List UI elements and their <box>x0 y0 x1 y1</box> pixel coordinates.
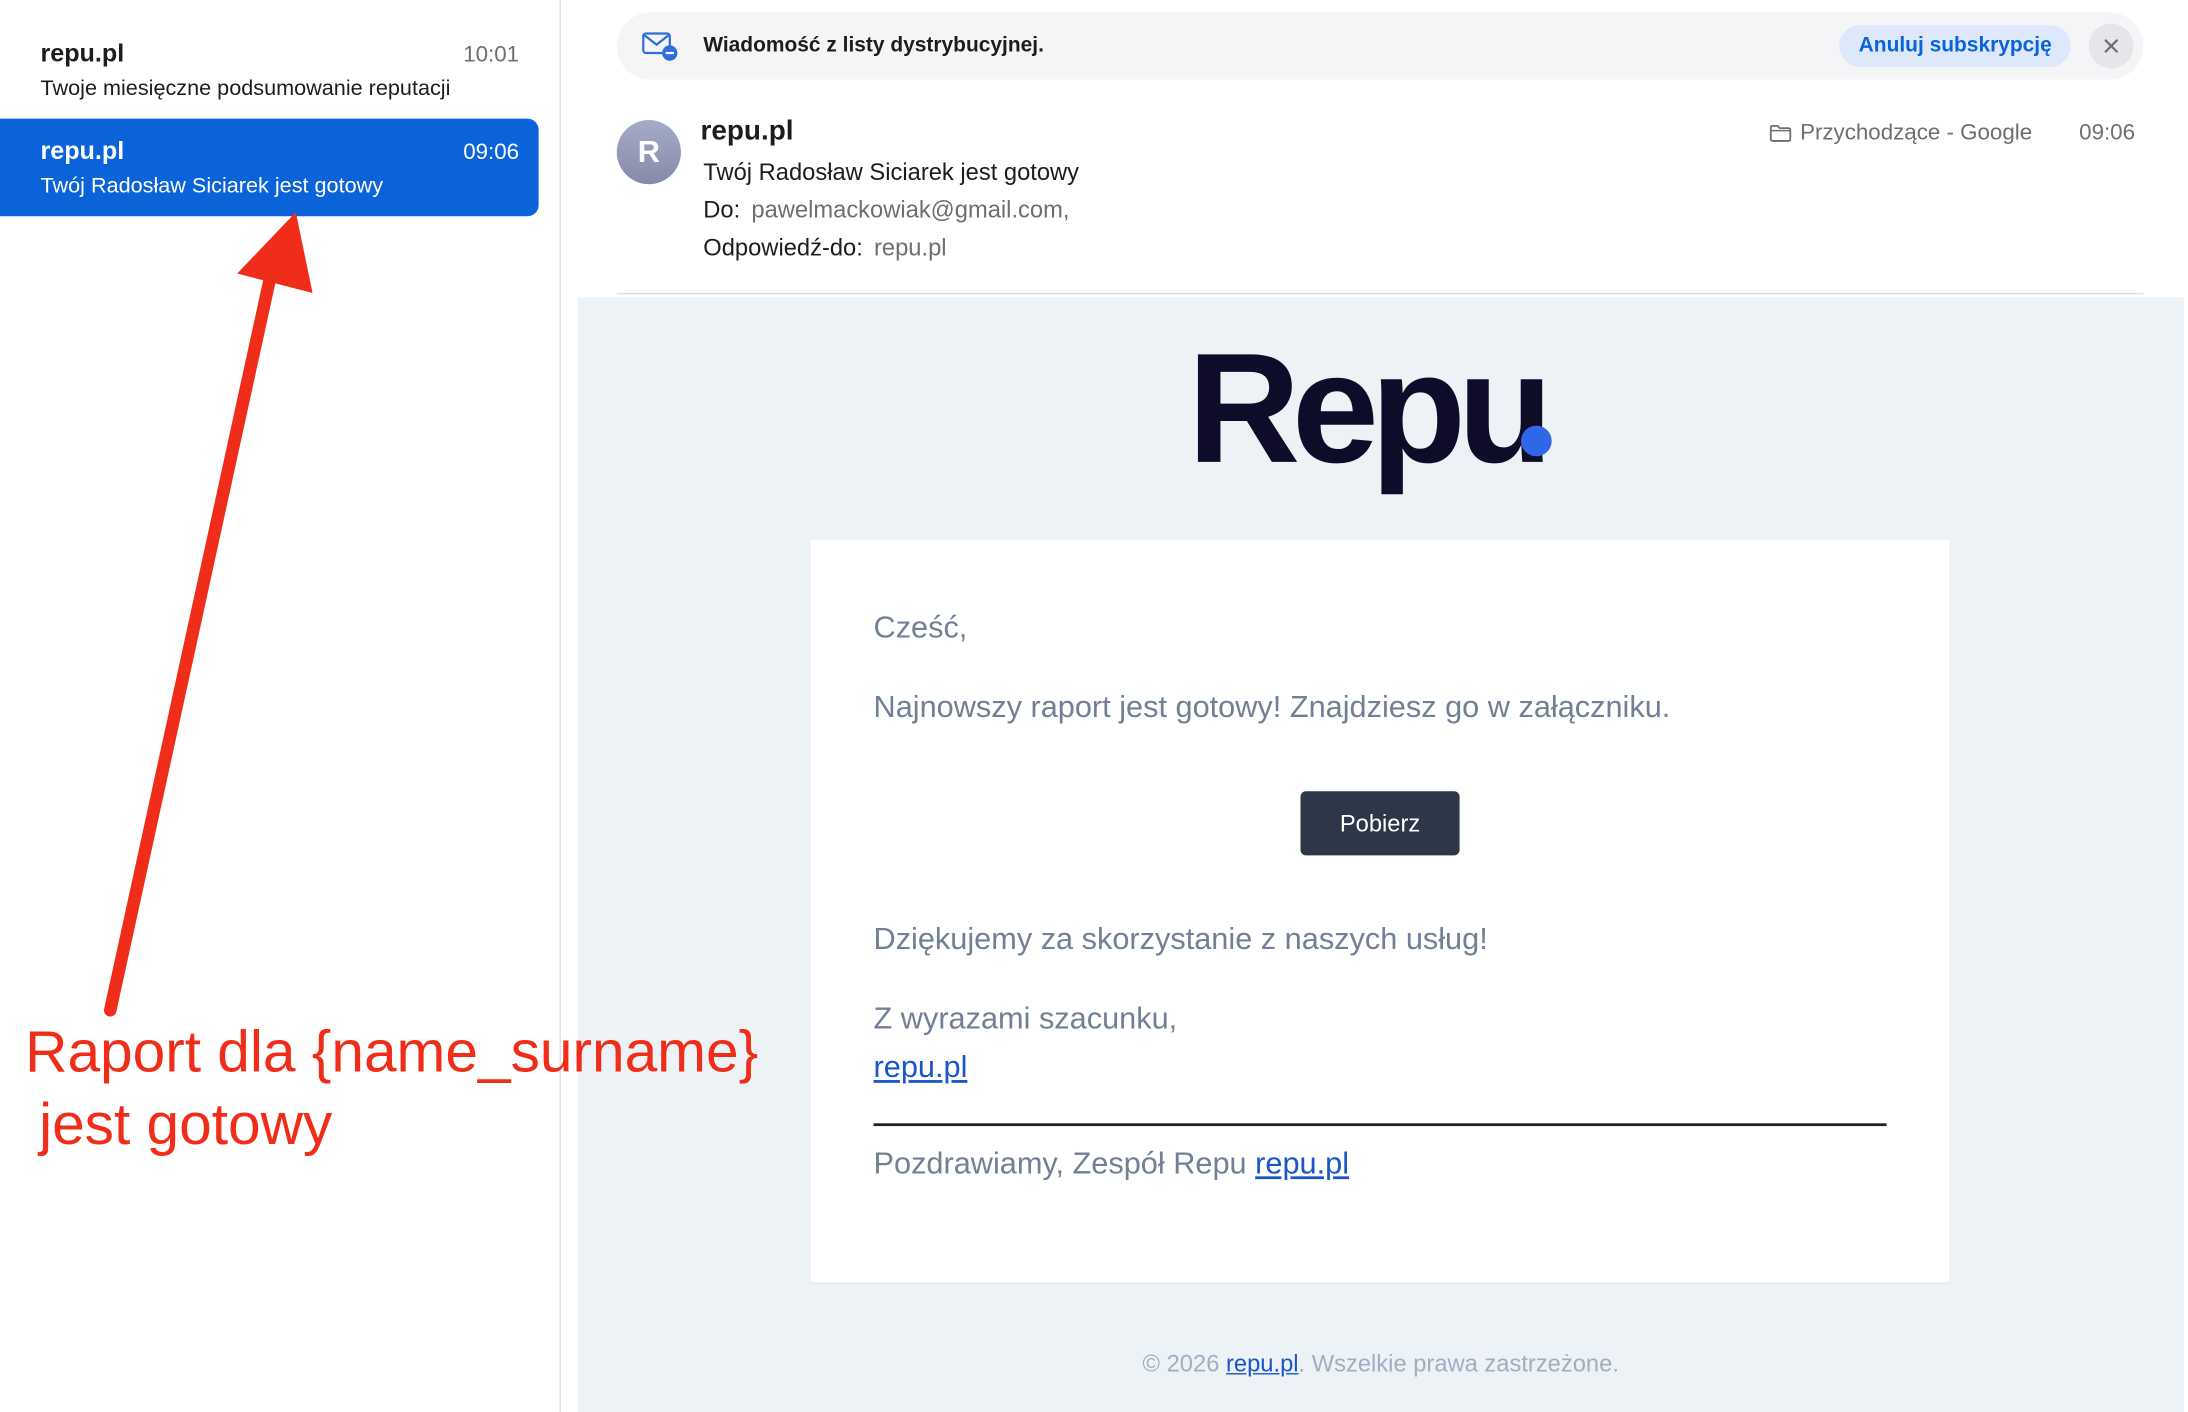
annotation-text: Raport dla {name_surname} jest gotowy <box>25 1016 758 1161</box>
card-footer: Pozdrawiamy, Zespół Repu repu.pl <box>874 1146 1350 1182</box>
greeting-text: Cześć, <box>873 609 968 645</box>
folder-icon <box>1769 124 1792 142</box>
copyright-link[interactable]: repu.pl <box>1226 1351 1299 1378</box>
message-sender: repu.pl <box>40 136 125 165</box>
email-subject: Twój Radosław Siciarek jest gotowy <box>703 159 1080 186</box>
regards-text: Z wyrazami szacunku, <box>873 1000 1178 1036</box>
message-list-item[interactable]: repu.pl 10:01 Twoje miesięczne podsumowa… <box>0 21 539 119</box>
copyright-notice: © 2026 repu.pl. Wszelkie prawa zastrzeżo… <box>578 1351 2184 1379</box>
annotation-line-1: Raport dla {name_surname} <box>25 1018 759 1085</box>
header-divider <box>616 293 2144 295</box>
email-content: Repu Cześć, Najnowszy raport jest gotowy… <box>577 297 2184 1412</box>
received-time: 09:06 <box>2079 121 2136 146</box>
download-button[interactable]: Pobierz <box>1300 791 1460 856</box>
card-footer-text: Pozdrawiamy, Zespół Repu <box>873 1145 1247 1181</box>
signature: repu.pl <box>874 1049 968 1085</box>
sender-avatar: R <box>616 120 681 185</box>
intro-text: Najnowszy raport jest gotowy! Znajdziesz… <box>873 689 1671 725</box>
message-sender: repu.pl <box>40 39 125 67</box>
reply-to-label: Odpowiedź-do: <box>703 234 863 261</box>
footer-link[interactable]: repu.pl <box>1255 1146 1349 1181</box>
reply-to-row: Odpowiedź-do: repu.pl <box>703 234 946 262</box>
to-row: Do: pawelmackowiak@gmail.com, <box>703 197 1069 225</box>
reply-to-address[interactable]: repu.pl <box>874 234 947 261</box>
mailbox-folder[interactable]: Przychodzące - Google <box>1769 121 2032 146</box>
logo-dot <box>1520 425 1552 457</box>
email-card: Cześć, Najnowszy raport jest gotowy! Zna… <box>810 540 1950 1283</box>
message-time: 10:01 <box>463 43 520 67</box>
envelope-minus-icon <box>642 32 678 61</box>
message-subject: Twój Radosław Siciarek jest gotowy <box>40 174 384 199</box>
repu-logo: Repu <box>1187 320 1553 496</box>
unsubscribe-button[interactable]: Anuluj subskrypcję <box>1839 25 2072 67</box>
message-list: repu.pl 10:01 Twoje miesięczne podsumowa… <box>0 0 561 1412</box>
mail-app-window: repu.pl 10:01 Twoje miesięczne podsumowa… <box>0 0 2188 1412</box>
message-time: 09:06 <box>463 140 520 165</box>
mailing-list-banner: Wiadomość z listy dystrybucyjnej. Anuluj… <box>616 12 2144 80</box>
sender-name[interactable]: repu.pl <box>700 116 793 148</box>
banner-text: Wiadomość z listy dystrybucyjnej. <box>703 33 1044 58</box>
message-list-item-selected[interactable]: repu.pl 09:06 Twój Radosław Siciarek jes… <box>0 118 539 217</box>
copyright-suffix: . Wszelkie prawa zastrzeżone. <box>1298 1350 1619 1378</box>
close-icon <box>2104 39 2118 53</box>
card-divider <box>873 1123 1887 1127</box>
thanks-text: Dziękujemy za skorzystanie z naszych usł… <box>873 920 1488 956</box>
annotation-line-2: jest gotowy <box>39 1091 333 1157</box>
folder-name: Przychodzące - Google <box>1800 121 2033 146</box>
message-subject: Twoje miesięczne podsumowanie reputacji <box>40 76 451 101</box>
banner-close-button[interactable] <box>2088 23 2134 69</box>
to-label: Do: <box>703 196 741 224</box>
to-address[interactable]: pawelmackowiak@gmail.com, <box>751 197 1069 224</box>
signature-link[interactable]: repu.pl <box>874 1049 968 1084</box>
copyright-prefix: © 2026 <box>1142 1350 1220 1378</box>
